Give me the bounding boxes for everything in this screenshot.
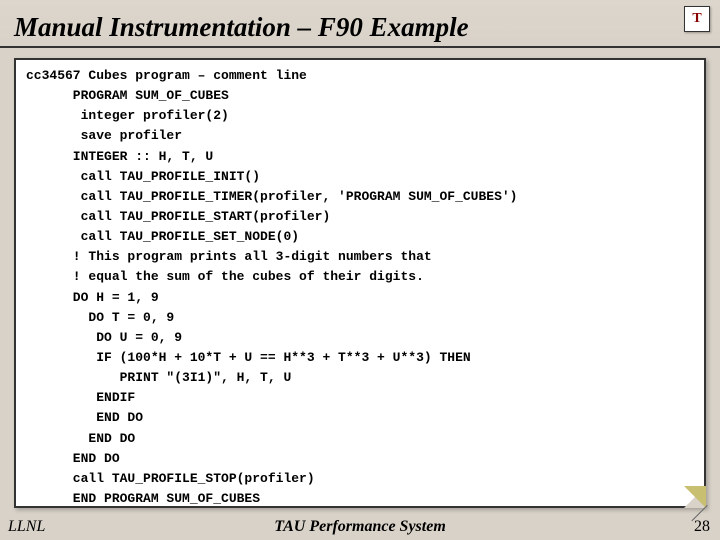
header: Manual Instrumentation – F90 Example T (0, 0, 720, 48)
page-number: 28 (694, 518, 710, 536)
slide: Manual Instrumentation – F90 Example T c… (0, 0, 720, 540)
slide-title: Manual Instrumentation – F90 Example (14, 12, 469, 43)
logo-badge: T (684, 6, 710, 32)
footer-center: TAU Performance System (0, 518, 720, 536)
page-curl-icon (684, 486, 706, 508)
code-box: cc34567 Cubes program – comment line PRO… (14, 58, 706, 508)
footer-left: LLNL (8, 518, 45, 536)
logo-letter: T (692, 11, 701, 27)
footer: LLNL TAU Performance System 28 (0, 518, 720, 536)
code-content: cc34567 Cubes program – comment line PRO… (26, 66, 694, 509)
